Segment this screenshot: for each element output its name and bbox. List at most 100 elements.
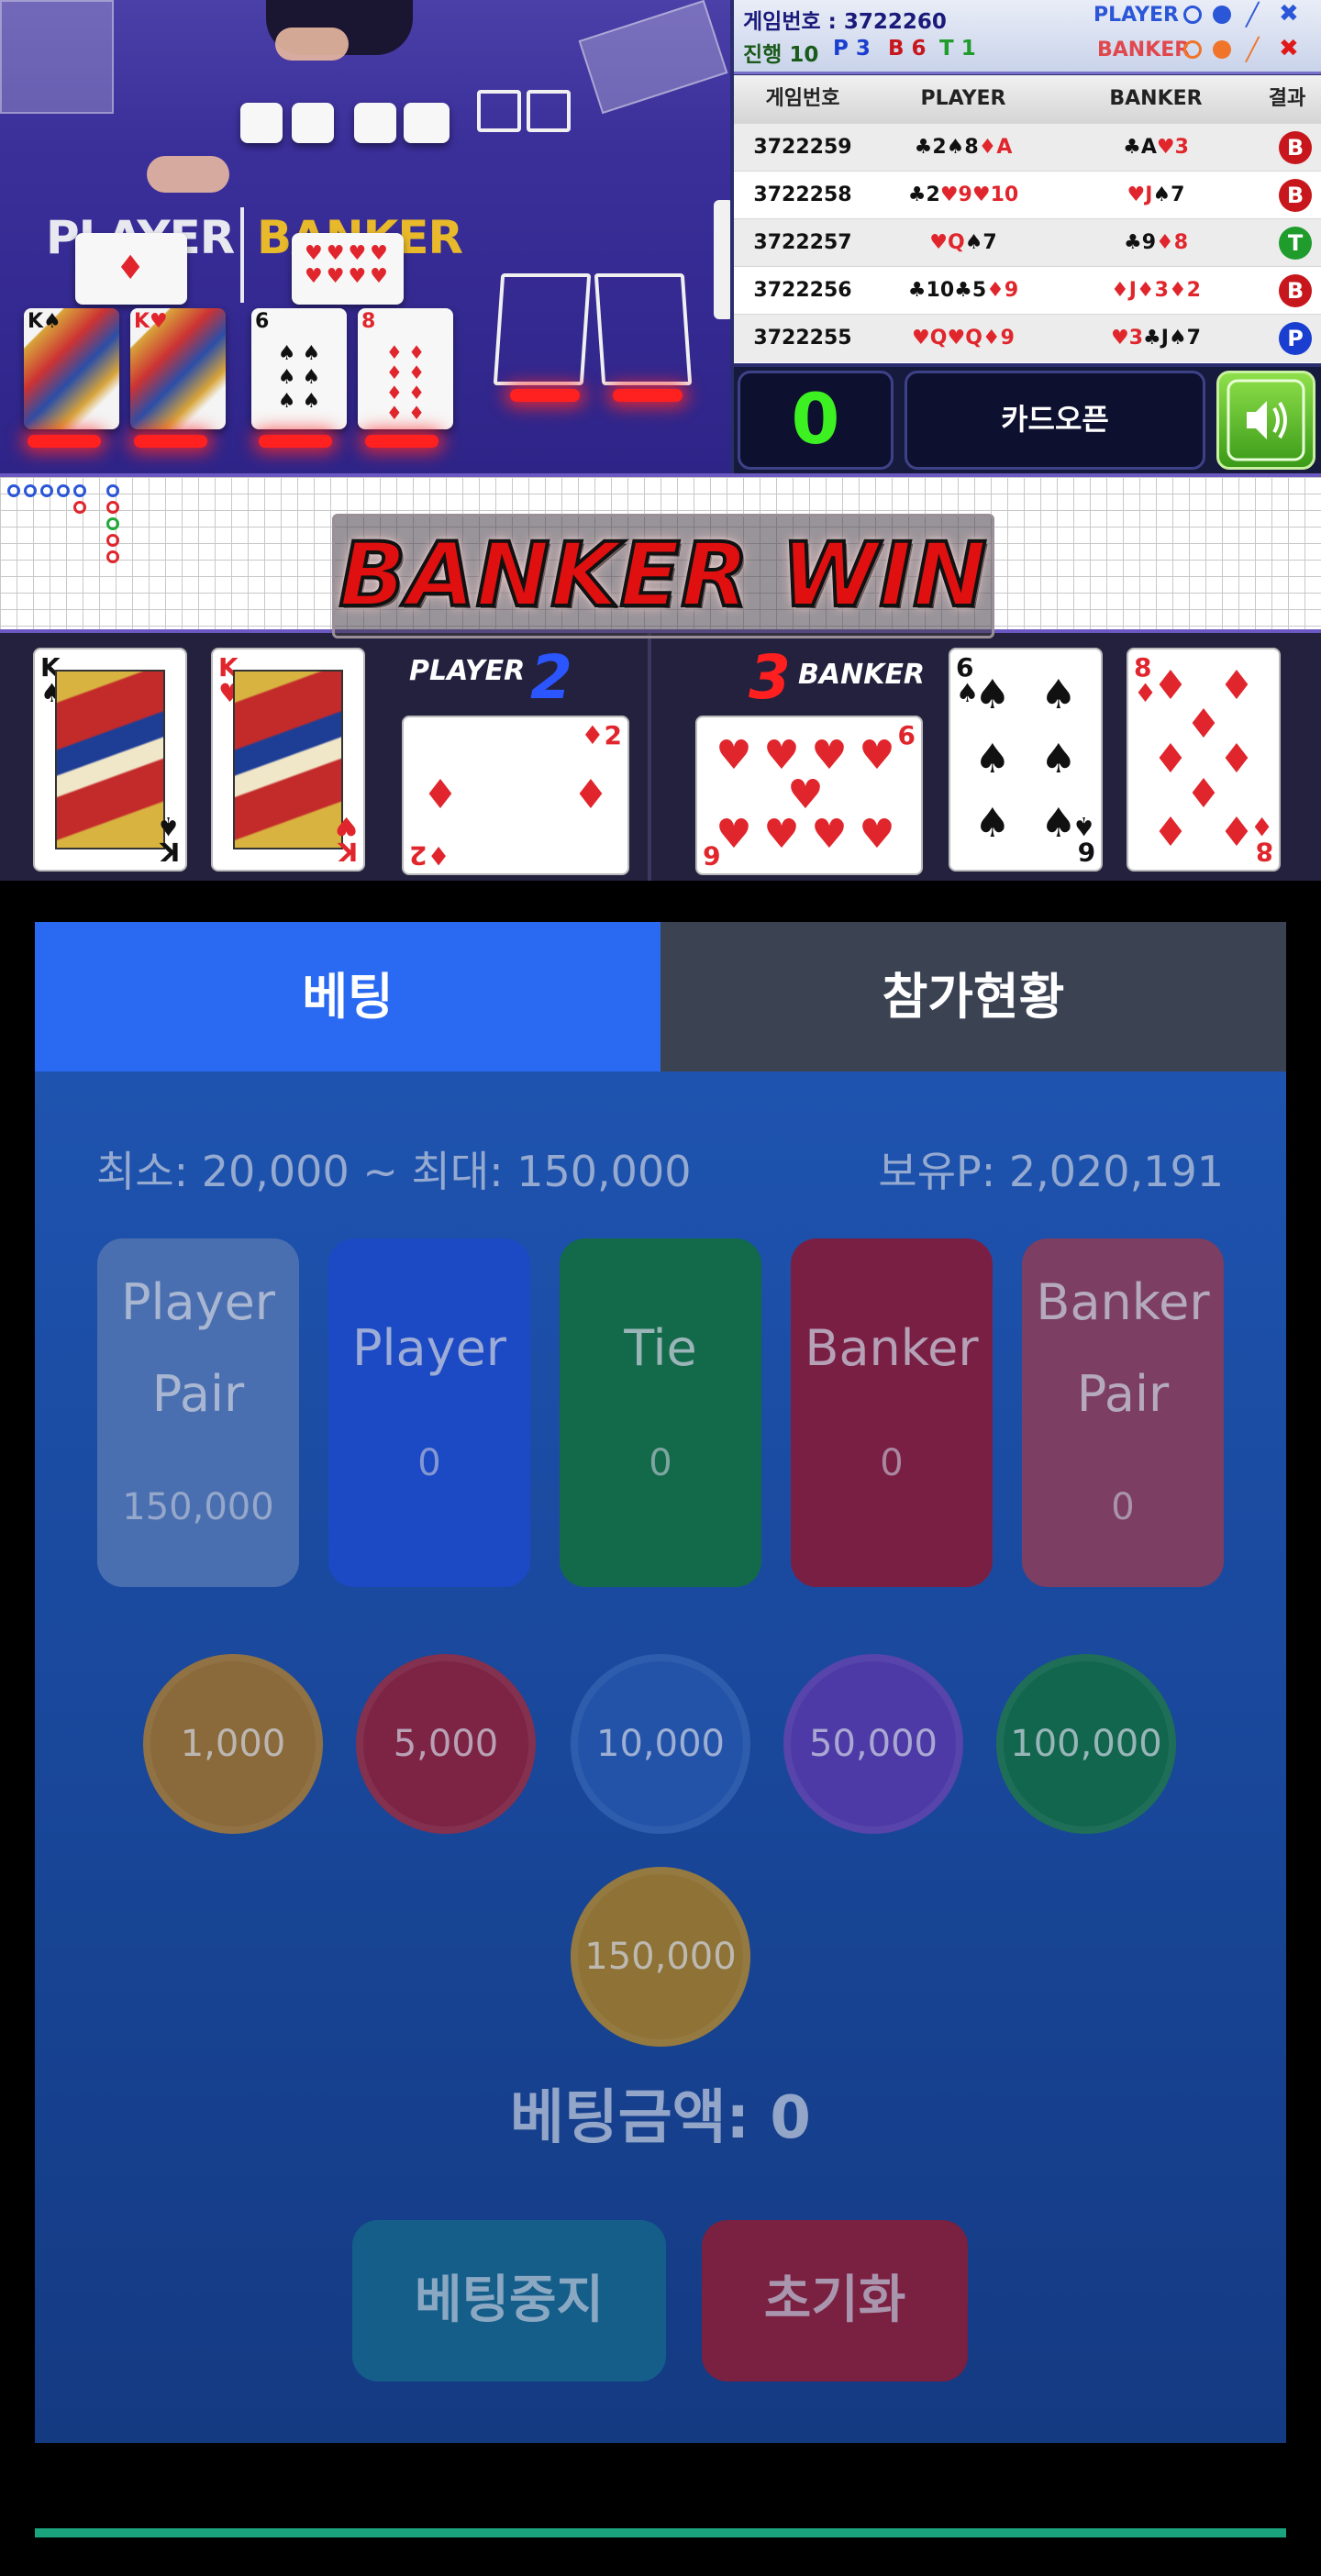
bet-banker-pair-button[interactable]: Banker Pair 0 [1022, 1238, 1224, 1587]
history-row: 3722256 ♣10♣5♦9 ♦J♦3♦2 B [734, 266, 1321, 315]
road-marker [40, 484, 53, 497]
chip-button[interactable]: 50,000 [783, 1654, 963, 1834]
history-game-no: 3722259 [753, 136, 852, 159]
history-result-badge: B [1279, 274, 1312, 307]
banker-circle-icon [1183, 40, 1202, 59]
tab-betting[interactable]: 베팅 [35, 922, 660, 1071]
road-marker [57, 484, 70, 497]
banker-card-1: 6 ♠ ♠ ♠ ♠ ♠ ♠ [251, 308, 347, 429]
stop-betting-button[interactable]: 베팅중지 [352, 2220, 666, 2382]
table-light [134, 435, 207, 448]
bet-player-button[interactable]: Player 0 [328, 1238, 530, 1587]
chip-button[interactable]: 150,000 [571, 1867, 750, 2047]
player-circle-icon [1183, 6, 1202, 24]
card-edge [714, 200, 730, 319]
reset-button[interactable]: 초기화 [702, 2220, 968, 2382]
tie-count: T 1 [939, 37, 976, 61]
result-player-card-1: K ♠ K ♠ [33, 648, 187, 872]
history-game-no: 3722255 [753, 327, 852, 350]
road-marker [7, 484, 20, 497]
history-player-cards: ♥Q♠7 [929, 231, 997, 254]
card-open-button[interactable]: 카드오픈 [905, 371, 1205, 470]
countdown-value: 0 [791, 378, 840, 460]
history-result-badge: T [1279, 227, 1312, 260]
bet-option-label: Player [120, 1273, 276, 1331]
result-banner-text: BANKER WIN [337, 522, 988, 628]
empty-card-slot [493, 273, 592, 385]
far-card [404, 103, 450, 143]
player-card-1: K♠ [24, 308, 119, 429]
sound-toggle-button[interactable] [1216, 371, 1315, 470]
dealer-hand [147, 156, 229, 193]
history-player-cards: ♣2♥9♥10 [907, 183, 1019, 206]
history-game-no: 3722257 [753, 231, 852, 254]
bet-player-pair-button[interactable]: Player Pair 150,000 [97, 1238, 299, 1587]
road-marker [106, 501, 119, 514]
player-x-icon: ✖ [1279, 0, 1299, 28]
table-light [365, 435, 438, 448]
empty-card-slot [594, 273, 693, 385]
game-info-header: 게임번호 : 3722260 진행 10 P 3 B 6 T 1 PLAYER … [734, 0, 1321, 74]
history-banker-cards: ♥J♠7 [1127, 183, 1185, 206]
history-result-badge: B [1279, 131, 1312, 164]
points-balance: 보유P: 2,020,191 [878, 1147, 1224, 1196]
bet-limits: 최소: 20,000 ~ 최대: 150,000 [96, 1147, 692, 1196]
history-row: 3722257 ♥Q♠7 ♣9♦8 T [734, 218, 1321, 267]
road-marker [73, 484, 86, 497]
banker-dot-icon [1213, 40, 1231, 59]
player-third-card: ♦ [75, 233, 187, 305]
history-game-no: 3722256 [753, 279, 852, 302]
table-light [510, 389, 580, 402]
player-score: 2 [530, 642, 572, 713]
result-player-card-3: ♦2 ♦ ♦ ♦2 [402, 716, 629, 875]
far-slot [527, 90, 571, 132]
bet-option-label: Banker [1036, 1273, 1210, 1331]
result-player-card-2: K ♥ K ♥ [211, 648, 365, 872]
game-area: PLAYER BANKER ♦ ♥♥♥♥♥♥♥♥ K♠ K♥ 6♠ ♠♠ ♠♠ … [0, 0, 1321, 881]
card-shoe [0, 0, 114, 114]
dealer-hand-2 [275, 28, 349, 61]
bet-option-label: Banker [805, 1319, 979, 1377]
history-banker-cards: ♣A♥3 [1123, 136, 1189, 159]
bet-option-amount: 150,000 [122, 1486, 274, 1528]
progress-count: 진행 10 [743, 43, 819, 67]
betting-panel: 베팅 참가현황 최소: 20,000 ~ 최대: 150,000 보유P: 2,… [35, 922, 1286, 2443]
result-banker-card-1: 6 ♠ ♠ ♠ ♠ ♠ ♠ ♠ 6 ♠ [949, 648, 1103, 872]
player-predict-label: PLAYER [1093, 4, 1179, 27]
bet-banker-button[interactable]: Banker 0 [791, 1238, 993, 1587]
road-marker [106, 550, 119, 563]
tab-participants[interactable]: 참가현황 [660, 922, 1286, 1071]
game-number: 게임번호 : 3722260 [743, 10, 947, 34]
banker-score-label: BANKER [798, 659, 926, 691]
history-banker-cards: ♦J♦3♦2 [1111, 279, 1201, 302]
history-game-no: 3722258 [753, 183, 852, 206]
history-row: 3722255 ♥Q♥Q♦9 ♥3♣J♠7 P [734, 314, 1321, 362]
history-result-badge: P [1279, 322, 1312, 355]
banker-wins: B 6 [888, 37, 927, 61]
col-game-no: 게임번호 [765, 87, 840, 110]
history-table: 게임번호 PLAYER BANKER 결과 3722259 ♣2♠8♦A ♣A♥3 B… [734, 75, 1321, 363]
chip-button[interactable]: 10,000 [571, 1654, 750, 1834]
chip-button[interactable]: 100,000 [996, 1654, 1176, 1834]
result-banker-card-3: 6 ♥ ♥ ♥ ♥ ♥ ♥ ♥ ♥ ♥ 6 [695, 716, 923, 875]
road-marker [106, 484, 119, 497]
chip-button[interactable]: 1,000 [143, 1654, 323, 1834]
result-strip: K ♠ K ♠ K ♥ K ♥ PLAYER 2 ♦2 ♦ ♦ ♦2 3 BANKER 6 … [0, 629, 1321, 881]
far-card [354, 103, 396, 143]
history-row: 3722258 ♣2♥9♥10 ♥J♠7 B [734, 171, 1321, 219]
player-slash-icon: ╱ [1246, 2, 1260, 28]
col-player: PLAYER [920, 87, 1006, 110]
live-video: PLAYER BANKER ♦ ♥♥♥♥♥♥♥♥ K♠ K♥ 6♠ ♠♠ ♠♠ … [0, 0, 730, 473]
banker-predict-label: BANKER [1097, 39, 1191, 61]
bet-option-label-2: Pair [151, 1365, 245, 1423]
progress-line [35, 2528, 1286, 2537]
player-card-2: K♥ [130, 308, 226, 429]
result-divider [648, 633, 651, 881]
history-row: 3722259 ♣2♠8♦A ♣A♥3 B [734, 123, 1321, 172]
chip-button[interactable]: 5,000 [356, 1654, 536, 1834]
card-open-label: 카드오픈 [1001, 402, 1109, 437]
bet-tie-button[interactable]: Tie 0 [560, 1238, 761, 1587]
countdown-box: 0 [738, 371, 894, 470]
col-result: 결과 [1268, 87, 1306, 110]
history-banker-cards: ♥3♣J♠7 [1111, 327, 1201, 350]
